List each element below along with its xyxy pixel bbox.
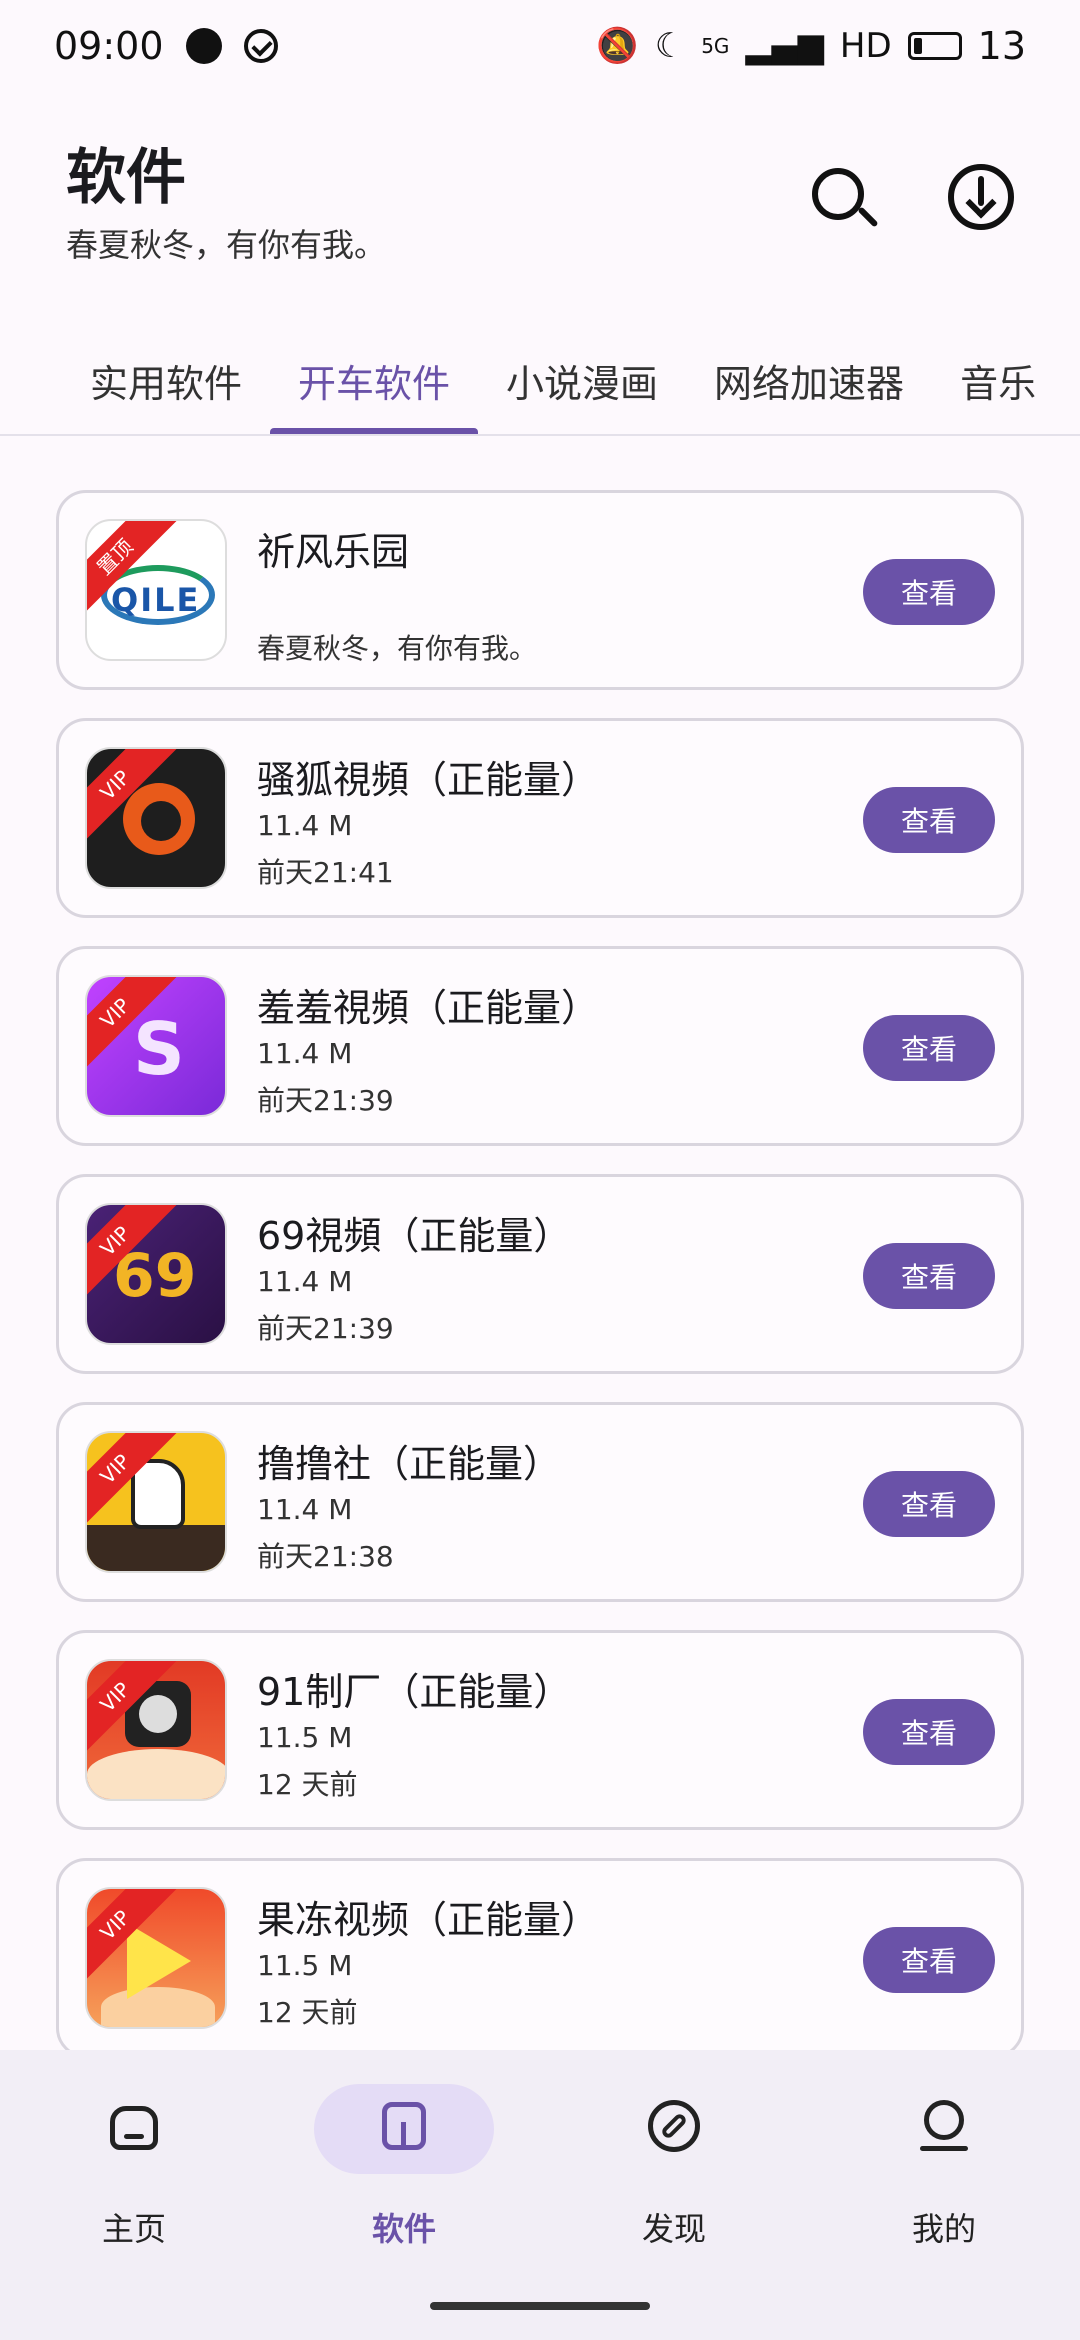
app-card[interactable]: VIP 果冻视频（正能量） 11.5 M 12 天前 查看 (56, 1858, 1024, 2058)
app-root: 09:00 🔕 ☾ 5G ▂▄▆ HD 13 软件 春夏秋冬，有你有我。 实用软… (0, 0, 1080, 2340)
qile-icon-text: QILE (111, 581, 201, 619)
app-name: 69視頻（正能量） (257, 1214, 572, 1258)
nav-label-discover: 发现 (641, 2210, 706, 2248)
app-size: 11.4 M (257, 1265, 353, 1298)
page-header: 软件 春夏秋冬，有你有我。 (66, 142, 386, 266)
app-date: 前天21:39 (257, 1084, 394, 1117)
app-card[interactable]: S VIP 羞羞視頻（正能量） 11.4 M 前天21:39 查看 (56, 946, 1024, 1146)
cube-icon (376, 2098, 432, 2154)
tab-driving[interactable]: 开车软件 (270, 326, 479, 434)
nav-label-mine: 我的 (911, 2210, 976, 2248)
download-button[interactable] (944, 160, 1020, 236)
tab-music[interactable]: 音乐 (932, 326, 1064, 434)
app-card[interactable]: VIP 撸撸社（正能量） 11.4 M 前天21:38 查看 (56, 1402, 1024, 1602)
app-card[interactable]: 69 VIP 69視頻（正能量） 11.4 M 前天21:39 查看 (56, 1174, 1024, 1374)
tab-novels-comics[interactable]: 小说漫画 (478, 326, 686, 434)
app-size: 11.4 M (257, 1037, 353, 1070)
search-button[interactable] (804, 160, 880, 236)
bottom-navigation: 主页 软件 发现 我的 (0, 2050, 1080, 2340)
mute-bell-icon: 🔕 (596, 26, 639, 66)
home-icon (106, 2098, 162, 2154)
nav-item-discover[interactable]: 发现 (584, 2084, 764, 2264)
app-date: 前天21:39 (257, 1312, 394, 1345)
app-name: 羞羞視頻（正能量） (257, 986, 600, 1030)
view-button[interactable]: 查看 (863, 559, 995, 625)
tab-practical[interactable]: 实用软件 (64, 326, 270, 434)
app-date: 12 天前 (257, 1768, 358, 1801)
gesture-bar[interactable] (430, 2302, 650, 2310)
app-name: 撸撸社（正能量） (257, 1442, 562, 1486)
battery-icon (907, 32, 962, 60)
shy-icon: S VIP (85, 975, 227, 1117)
chat-bubble-icon (185, 28, 222, 64)
view-button[interactable]: 查看 (863, 1471, 995, 1537)
app-name: 祈风乐园 (257, 530, 410, 574)
app-card[interactable]: VIP 91制厂（正能量） 11.5 M 12 天前 查看 (56, 1630, 1024, 1830)
sixty-nine-icon: 69 VIP (85, 1203, 227, 1345)
nav-label-software: 软件 (371, 2210, 436, 2248)
nav-item-home[interactable]: 主页 (44, 2084, 224, 2264)
header-actions (804, 160, 1020, 236)
status-bar: 09:00 🔕 ☾ 5G ▂▄▆ HD 13 (0, 0, 1080, 92)
qile-icon: QILE 置顶 (85, 519, 227, 661)
app-size: 11.5 M (257, 1949, 353, 1982)
person-icon (916, 2098, 972, 2154)
app-card[interactable]: QILE 置顶 祈风乐园 春夏秋冬，有你有我。 查看 (56, 490, 1024, 690)
app-name: 果冻视频（正能量） (257, 1898, 600, 1942)
film-reel-icon: VIP (85, 1659, 227, 1801)
fox-icon: VIP (85, 747, 227, 889)
nav-item-software[interactable]: 软件 (314, 2084, 494, 2264)
status-time: 09:00 (54, 24, 164, 68)
app-date: 12 天前 (257, 1996, 358, 2029)
battery-level: 13 (977, 24, 1026, 68)
app-date: 前天21:38 (257, 1540, 394, 1573)
view-button[interactable]: 查看 (863, 1699, 995, 1765)
app-card[interactable]: VIP 骚狐視頻（正能量） 11.4 M 前天21:41 查看 (56, 718, 1024, 918)
signal-icon: ▂▄▆ (745, 26, 824, 66)
thumb-icon: VIP (85, 1431, 227, 1573)
category-tabs: 实用软件 开车软件 小说漫画 网络加速器 音乐 (0, 326, 1080, 436)
moon-icon: ☾ (654, 26, 686, 66)
app-size: 11.5 M (257, 1721, 353, 1754)
app-name: 91制厂（正能量） (257, 1670, 572, 1714)
view-button[interactable]: 查看 (863, 1927, 995, 1993)
app-name: 骚狐視頻（正能量） (257, 758, 600, 802)
compass-icon (646, 2098, 702, 2154)
nav-label-home: 主页 (101, 2210, 166, 2248)
page-title: 软件 (66, 143, 186, 213)
nav-item-mine[interactable]: 我的 (854, 2084, 1034, 2264)
app-size: 11.4 M (257, 1493, 353, 1526)
view-button[interactable]: 查看 (863, 1015, 995, 1081)
app-size: 11.4 M (257, 809, 353, 842)
tab-network-accelerator[interactable]: 网络加速器 (686, 326, 932, 434)
view-button[interactable]: 查看 (863, 787, 995, 853)
app-list: QILE 置顶 祈风乐园 春夏秋冬，有你有我。 查看 VIP 骚狐視頻（正能量）… (56, 490, 1024, 2086)
app-date: 前天21:41 (257, 856, 394, 889)
page-subtitle: 春夏秋冬，有你有我。 (66, 226, 387, 264)
view-button[interactable]: 查看 (863, 1243, 995, 1309)
network-label: 5G (701, 34, 730, 58)
hd-label: HD (839, 26, 892, 66)
check-circle-icon (243, 29, 278, 63)
jelly-play-icon: VIP (85, 1887, 227, 2029)
app-description: 春夏秋冬，有你有我。 (257, 632, 538, 665)
